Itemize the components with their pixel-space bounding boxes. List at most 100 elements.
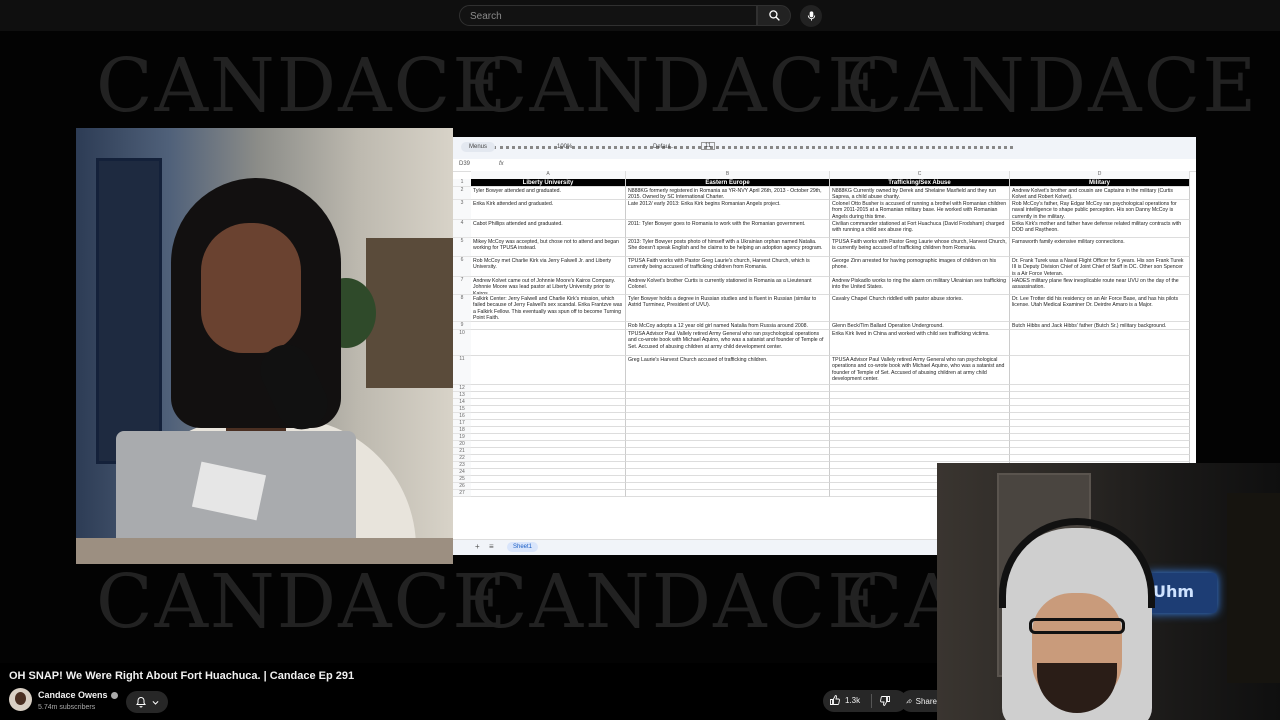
row-number: 17	[453, 420, 471, 427]
row-number: 1	[453, 179, 471, 187]
sheet-cell: Erika Kirk's mother and father have defe…	[1010, 220, 1190, 238]
empty-cell	[1010, 441, 1190, 448]
empty-cell	[1010, 406, 1190, 413]
empty-cell	[471, 455, 626, 462]
row-number: 6	[453, 257, 471, 277]
notification-bell-button[interactable]	[126, 691, 168, 713]
name-box: D39	[459, 161, 471, 167]
search-box[interactable]	[459, 5, 757, 26]
sheet-cell: Colonel Otto Busher is accused of runnin…	[830, 200, 1010, 220]
empty-cell	[626, 448, 830, 455]
divider	[871, 694, 872, 708]
empty-cell	[830, 392, 1010, 399]
row-number: 5	[453, 238, 471, 257]
zoom-level: 100%	[557, 144, 573, 150]
empty-cell	[626, 441, 830, 448]
channel-name-row[interactable]: Candace Owens	[38, 690, 118, 700]
column-header: D	[1010, 171, 1190, 179]
empty-cell	[471, 469, 626, 476]
sheet-cell: Mikey McCoy was accepted, but chose not …	[471, 238, 626, 257]
empty-cell	[626, 490, 830, 497]
empty-cell	[626, 392, 830, 399]
row-number: 7	[453, 277, 471, 295]
row-number: 3	[453, 200, 471, 220]
like-count: 1.3k	[845, 695, 861, 705]
channel-avatar[interactable]	[9, 688, 32, 711]
sheet-cell: George Zinn arrested for having pornogra…	[830, 257, 1010, 277]
row-number: 19	[453, 434, 471, 441]
row-number: 12	[453, 385, 471, 392]
streamer-webcam: Uhm	[937, 463, 1280, 720]
row-number: 9	[453, 322, 471, 330]
bell-icon	[135, 696, 146, 708]
row-number: 8	[453, 295, 471, 322]
voice-search-button[interactable]	[800, 5, 822, 27]
empty-cell	[1010, 399, 1190, 406]
spreadsheet-toolbar: Menus 100% Defaul... 11	[453, 137, 1196, 159]
sheet-cell: Dr. Lee Trotter did his residency on an …	[1010, 295, 1190, 322]
empty-cell	[830, 455, 1010, 462]
empty-cell	[471, 483, 626, 490]
sheet-cell: Andrew Kolvet's brother and cousin are C…	[1010, 187, 1190, 200]
sheet-cell: Falkirk Center: Jerry Falwell and Charli…	[471, 295, 626, 322]
empty-cell	[471, 413, 626, 420]
like-dislike-bar: 1.3k	[823, 690, 907, 712]
column-header: B	[626, 171, 830, 179]
row-number: 23	[453, 462, 471, 469]
row-number: 25	[453, 476, 471, 483]
sheet-cell: Butch Hibbs and Jack Hibbs' father (Butc…	[1010, 322, 1190, 330]
search-input[interactable]	[468, 10, 742, 23]
sheet-cell: Tyler Bowyer attended and graduated.	[471, 187, 626, 200]
verified-icon	[110, 692, 118, 700]
font-select: Defaul...	[653, 144, 676, 150]
sheet-cell: Cabot Phillips attended and graduated.	[471, 220, 626, 238]
empty-cell	[830, 448, 1010, 455]
header-cell: Liberty University	[471, 179, 626, 187]
sheet-cell	[1010, 356, 1190, 385]
dislike-button[interactable]	[879, 694, 891, 712]
empty-cell	[626, 455, 830, 462]
sheet-cell: Farnsworth family extensive military con…	[1010, 238, 1190, 257]
sheet-cell: Rob McCoy met Charlie Kirk via Jerry Fal…	[471, 257, 626, 277]
empty-cell	[626, 476, 830, 483]
search-button[interactable]	[757, 5, 791, 26]
sheet-tab: Sheet1	[507, 542, 539, 552]
sheet-cell: Andrew Kolvet's brother Curtis is curren…	[626, 277, 830, 295]
empty-cell	[830, 441, 1010, 448]
empty-cell	[471, 420, 626, 427]
sheet-cell: HADES military plane flew inexplicable r…	[1010, 277, 1190, 295]
watermark-text: CANDACE	[846, 43, 1259, 129]
subscriber-count: 5.74m subscribers	[38, 704, 96, 711]
channel-name[interactable]: Candace Owens	[38, 690, 108, 700]
header-cell: Trafficking/Sex Abuse	[830, 179, 1010, 187]
row-number: 24	[453, 469, 471, 476]
microphone-icon	[807, 11, 815, 21]
sheet-cell: Tyler Bowyer holds a degree in Russian s…	[626, 295, 830, 322]
empty-cell	[1010, 413, 1190, 420]
row-number: 18	[453, 427, 471, 434]
menus-button: Menus	[461, 142, 496, 152]
sheet-list-icon: ≡	[489, 542, 494, 551]
row-number: 20	[453, 441, 471, 448]
empty-cell	[471, 434, 626, 441]
sheet-cell	[471, 356, 626, 385]
empty-cell	[1010, 434, 1190, 441]
empty-cell	[471, 462, 626, 469]
share-label: Share	[915, 696, 937, 706]
empty-cell	[626, 385, 830, 392]
sheet-cell: 2013: Tyler Bowyer posts photo of himsel…	[626, 238, 830, 257]
share-button[interactable]: Share	[900, 690, 937, 712]
empty-cell	[471, 490, 626, 497]
empty-cell	[471, 392, 626, 399]
like-button[interactable]: 1.3k	[829, 694, 860, 706]
empty-cell	[1010, 427, 1190, 434]
fx-icon: fx	[499, 161, 504, 167]
share-icon	[906, 698, 913, 704]
empty-cell	[626, 462, 830, 469]
sheet-cell: Dr. Frank Turek was a Naval Flight Offic…	[1010, 257, 1190, 277]
neon-sign: Uhm	[1147, 573, 1217, 613]
row-number: 2	[453, 187, 471, 200]
empty-cell	[471, 427, 626, 434]
watermark-text: CANDACE	[96, 559, 509, 645]
empty-cell	[1010, 448, 1190, 455]
